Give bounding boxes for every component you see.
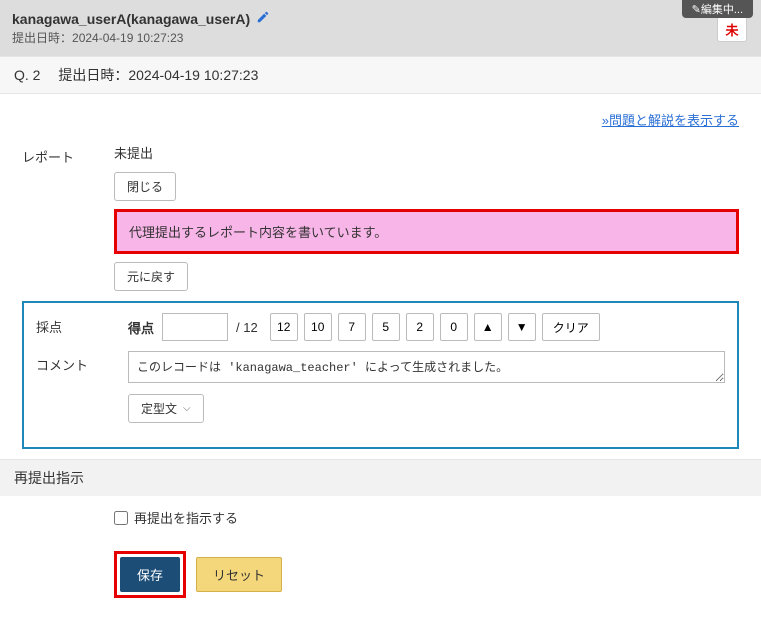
preset-2-button[interactable]: 2: [406, 313, 434, 341]
resubmit-checkbox[interactable]: [114, 511, 128, 525]
status-badge: 未: [717, 16, 747, 42]
save-highlight: 保存: [114, 551, 186, 598]
question-number: Q. 2: [14, 67, 40, 83]
resubmit-section-title: 再提出指示: [0, 459, 761, 496]
header: kanagawa_userA(kanagawa_userA) 提出日時：2024…: [0, 0, 761, 56]
grading-box: 採点 得点 / 12 12 10 7 5 2 0 ▲ ▼ クリア: [22, 301, 739, 449]
save-button[interactable]: 保存: [120, 557, 180, 592]
preset-5-button[interactable]: 5: [372, 313, 400, 341]
score-down-button[interactable]: ▼: [508, 313, 536, 341]
score-input[interactable]: [162, 313, 228, 341]
q-submit-label: 提出日時：: [58, 67, 128, 83]
close-button[interactable]: 閉じる: [114, 172, 176, 201]
header-subtitle: 提出日時：2024-04-19 10:27:23: [12, 29, 749, 46]
submit-label: 提出日時：: [12, 31, 72, 45]
preset-10-button[interactable]: 10: [304, 313, 332, 341]
max-score: / 12: [236, 320, 258, 335]
user-display: kanagawa_userA(kanagawa_userA): [12, 11, 250, 27]
explanation-link-row: »問題と解説を表示する: [22, 104, 739, 143]
chevron-down-icon: ⌵: [183, 403, 191, 414]
header-title: kanagawa_userA(kanagawa_userA): [12, 10, 270, 27]
resubmit-checkbox-label: 再提出を指示する: [134, 508, 238, 527]
report-status: 未提出: [114, 143, 739, 162]
score-up-button[interactable]: ▲: [474, 313, 502, 341]
submit-time: 2024-04-19 10:27:23: [72, 31, 183, 45]
preset-7-button[interactable]: 7: [338, 313, 366, 341]
template-button[interactable]: 定型文 ⌵: [128, 394, 204, 423]
reset-button[interactable]: リセット: [196, 557, 282, 592]
q-submit-time: 2024-04-19 10:27:23: [128, 67, 258, 83]
show-explanation-link[interactable]: »問題と解説を表示する: [602, 113, 739, 128]
preset-0-button[interactable]: 0: [440, 313, 468, 341]
report-label: レポート: [22, 143, 114, 166]
report-content-area[interactable]: 代理提出するレポート内容を書いています。: [114, 209, 739, 254]
score-label: 得点: [128, 318, 154, 337]
question-bar: Q. 2 提出日時：2024-04-19 10:27:23: [0, 56, 761, 94]
editing-indicator: ✎編集中...: [682, 0, 753, 18]
comment-textarea[interactable]: [128, 351, 725, 383]
clear-button[interactable]: クリア: [542, 313, 600, 341]
template-button-label: 定型文: [141, 400, 177, 417]
revert-button[interactable]: 元に戻す: [114, 262, 188, 291]
preset-12-button[interactable]: 12: [270, 313, 298, 341]
edit-icon[interactable]: [256, 10, 270, 27]
comment-label: コメント: [36, 351, 128, 374]
grading-label: 採点: [36, 313, 128, 336]
